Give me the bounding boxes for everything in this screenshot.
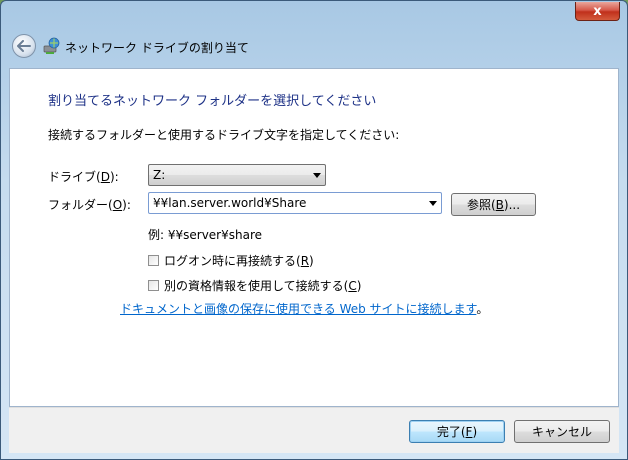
cancel-button[interactable]: キャンセル bbox=[514, 420, 610, 443]
close-icon: x bbox=[593, 3, 602, 19]
window-title: ネットワーク ドライブの割り当て bbox=[65, 41, 249, 55]
browse-button[interactable]: 参照(B)... bbox=[451, 193, 536, 216]
back-arrow-icon bbox=[17, 40, 31, 52]
folder-label: フォルダー(O): bbox=[48, 198, 131, 212]
dialog-footer: 完了(F) キャンセル bbox=[9, 407, 619, 453]
folder-example: 例: ¥¥server¥share bbox=[148, 228, 263, 242]
content-panel: 割り当てるネットワーク フォルダーを選択してください 接続するフォルダーと使用す… bbox=[9, 68, 619, 407]
credentials-checkbox-row[interactable]: 別の資格情報を使用して接続する(C) bbox=[148, 277, 361, 294]
credentials-checkbox[interactable] bbox=[148, 280, 159, 291]
network-drive-icon bbox=[43, 37, 60, 54]
drive-select[interactable]: Z: bbox=[148, 164, 326, 186]
reconnect-checkbox[interactable] bbox=[148, 255, 159, 266]
drive-label: ドライブ(D): bbox=[48, 170, 119, 184]
back-button[interactable] bbox=[12, 34, 36, 58]
close-button[interactable]: x bbox=[575, 2, 620, 21]
folder-combobox[interactable]: ¥¥lan.server.world¥Share bbox=[148, 192, 442, 214]
page-heading: 割り当てるネットワーク フォルダーを選択してください bbox=[48, 94, 377, 109]
link-suffix: 。 bbox=[476, 302, 489, 316]
web-site-link-row: ドキュメントと画像の保存に使用できる Web サイトに接続します。 bbox=[120, 300, 488, 317]
drive-select-value: Z: bbox=[153, 168, 166, 182]
reconnect-label: ログオン時に再接続する(R) bbox=[164, 254, 314, 268]
chevron-down-icon[interactable] bbox=[425, 200, 441, 206]
credentials-label: 別の資格情報を使用して接続する(C) bbox=[164, 279, 362, 293]
map-network-drive-window: x ネットワーク ドライブの割り当て 割り当てるネットワーク フォルダーを選択し… bbox=[0, 0, 628, 460]
instruction-text: 接続するフォルダーと使用するドライブ文字を指定してください: bbox=[48, 128, 400, 142]
web-site-link[interactable]: ドキュメントと画像の保存に使用できる Web サイトに接続します bbox=[120, 302, 476, 316]
chevron-down-icon bbox=[309, 172, 325, 178]
finish-button[interactable]: 完了(F) bbox=[409, 420, 505, 443]
folder-input[interactable]: ¥¥lan.server.world¥Share bbox=[153, 196, 425, 210]
reconnect-checkbox-row[interactable]: ログオン時に再接続する(R) bbox=[148, 252, 314, 269]
